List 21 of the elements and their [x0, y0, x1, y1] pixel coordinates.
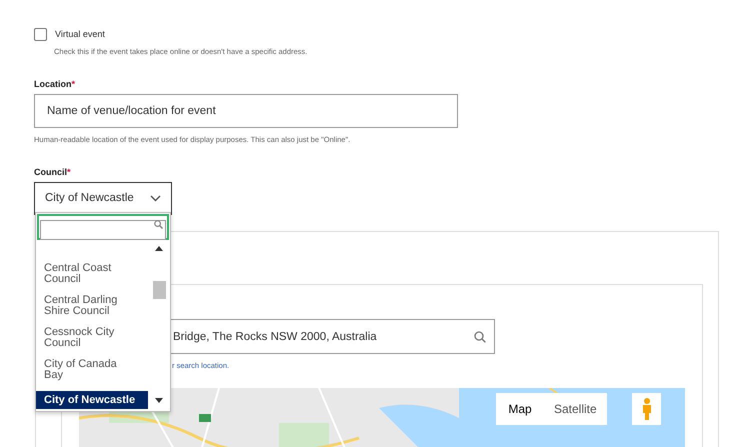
chevron-down-icon [150, 195, 161, 202]
person-icon [642, 398, 652, 420]
search-icon [154, 220, 163, 229]
scroll-up-icon [155, 246, 163, 251]
map-type-button[interactable]: Map [496, 393, 544, 425]
council-select[interactable]: City of Newcastle [34, 182, 172, 215]
dropdown-search-field[interactable] [37, 214, 169, 240]
dropdown-option[interactable]: City of Canada Bay [36, 355, 148, 384]
scroll-down-icon [155, 398, 163, 403]
pegman-button[interactable] [632, 393, 661, 425]
dropdown-option[interactable]: Central Coast Council [36, 259, 148, 288]
checkbox[interactable] [34, 28, 47, 42]
location-input[interactable]: Name of venue/location for event [34, 94, 458, 128]
field-label: Council* [34, 166, 72, 178]
dropdown-option[interactable]: City of Newcastle [36, 391, 148, 409]
field-label: Location* [34, 78, 76, 91]
scrollbar-thumb[interactable] [153, 281, 166, 299]
search-icon [474, 331, 486, 343]
map-type-button[interactable]: Satellite [544, 393, 607, 425]
dropdown-option[interactable]: Central Darling Shire Council [36, 291, 148, 320]
checkbox-label: Virtual event [55, 28, 105, 41]
